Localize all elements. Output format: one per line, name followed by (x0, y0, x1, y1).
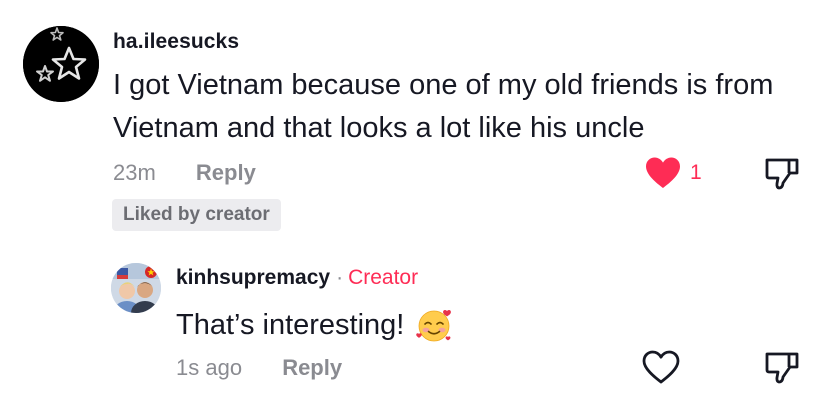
reply-username[interactable]: kinhsupremacy (176, 266, 330, 289)
reply-reply-button[interactable]: Reply (282, 355, 342, 380)
comment-dislike-button[interactable] (764, 156, 800, 192)
reply-dislike-button[interactable] (764, 350, 800, 386)
comment-text: I got Vietnam because one of my old frie… (113, 69, 774, 144)
thumbs-down-icon (765, 158, 799, 190)
reply-timestamp: 1s ago (176, 355, 243, 380)
reply-text: That’s interesting! (176, 309, 405, 341)
smiling-face-with-hearts-icon (414, 305, 454, 345)
reply-avatar[interactable] (111, 263, 161, 313)
heart-filled-icon (646, 157, 680, 188)
reply-text-row: That’s interesting! (176, 305, 454, 345)
separator-dot: · (336, 266, 344, 289)
comment-timestamp: 23m (113, 160, 156, 185)
star-avatar-icon (23, 26, 99, 102)
reply-header: kinhsupremacy · Creator (176, 266, 418, 290)
heart-outline-icon (642, 350, 680, 384)
creator-label: Creator (348, 266, 419, 289)
comment-like-count: 1 (690, 161, 702, 184)
comment-meta: 23m Reply (113, 160, 256, 186)
profile-photo-icon (111, 263, 161, 313)
comment-username[interactable]: ha.ileesucks (113, 30, 239, 54)
reply-like-button[interactable] (641, 350, 681, 386)
comment-like-button[interactable]: 1 (644, 156, 702, 190)
thumbs-down-icon (765, 352, 799, 384)
comment-reply-button[interactable]: Reply (196, 160, 256, 185)
liked-by-creator-badge: Liked by creator (112, 199, 281, 231)
comment-avatar[interactable] (23, 26, 99, 102)
reply-meta: 1s ago Reply (176, 355, 342, 381)
